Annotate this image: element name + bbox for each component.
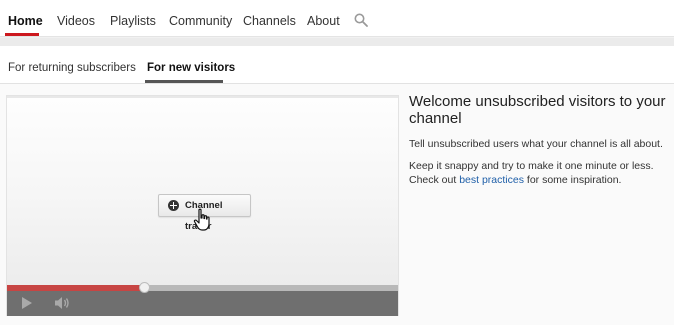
tab-home[interactable]: Home <box>8 0 43 37</box>
add-circle-icon <box>168 200 179 211</box>
player-top-border <box>7 96 398 98</box>
visitor-welcome-panel: Welcome unsubscribed visitors to your ch… <box>409 93 671 187</box>
tab-new-visitors[interactable]: For new visitors <box>147 46 235 84</box>
progress-scrubber[interactable] <box>138 282 150 293</box>
progress-bar-fill <box>7 285 144 291</box>
tab-channels[interactable]: Channels <box>243 0 296 37</box>
best-practices-link[interactable]: best practices <box>459 174 524 186</box>
player-controls <box>7 282 398 316</box>
channel-nav-bar: Home Videos Playlists Community Channels… <box>0 0 674 37</box>
main-content: Channel trailer Welcome unsubscribed vis… <box>0 84 674 325</box>
tip-text: Keep it snappy and try to make it one mi… <box>409 159 671 187</box>
active-tab-indicator <box>5 33 39 36</box>
tab-videos[interactable]: Videos <box>57 0 95 37</box>
video-player[interactable]: Channel trailer <box>6 95 399 316</box>
play-icon[interactable] <box>22 297 32 309</box>
section-divider <box>0 38 674 46</box>
tip-prefix: Check out <box>409 174 457 186</box>
tab-returning-subscribers[interactable]: For returning subscribers <box>8 46 136 84</box>
active-subtab-indicator <box>145 80 223 83</box>
tab-playlists[interactable]: Playlists <box>110 0 156 37</box>
volume-icon[interactable] <box>54 296 70 310</box>
tip-line: Keep it snappy and try to make it one mi… <box>409 160 654 172</box>
tip-suffix: for some inspiration. <box>526 174 622 186</box>
description-line: Tell unsubscribed users what your channe… <box>409 138 663 150</box>
welcome-heading: Welcome unsubscribed visitors to your ch… <box>409 93 666 127</box>
tab-community[interactable]: Community <box>169 0 232 37</box>
tab-about[interactable]: About <box>307 0 340 37</box>
audience-tabs: For returning subscribers For new visito… <box>0 46 674 84</box>
progress-bar[interactable] <box>7 282 398 293</box>
search-icon[interactable] <box>354 13 368 27</box>
hand-cursor-icon <box>193 208 210 231</box>
